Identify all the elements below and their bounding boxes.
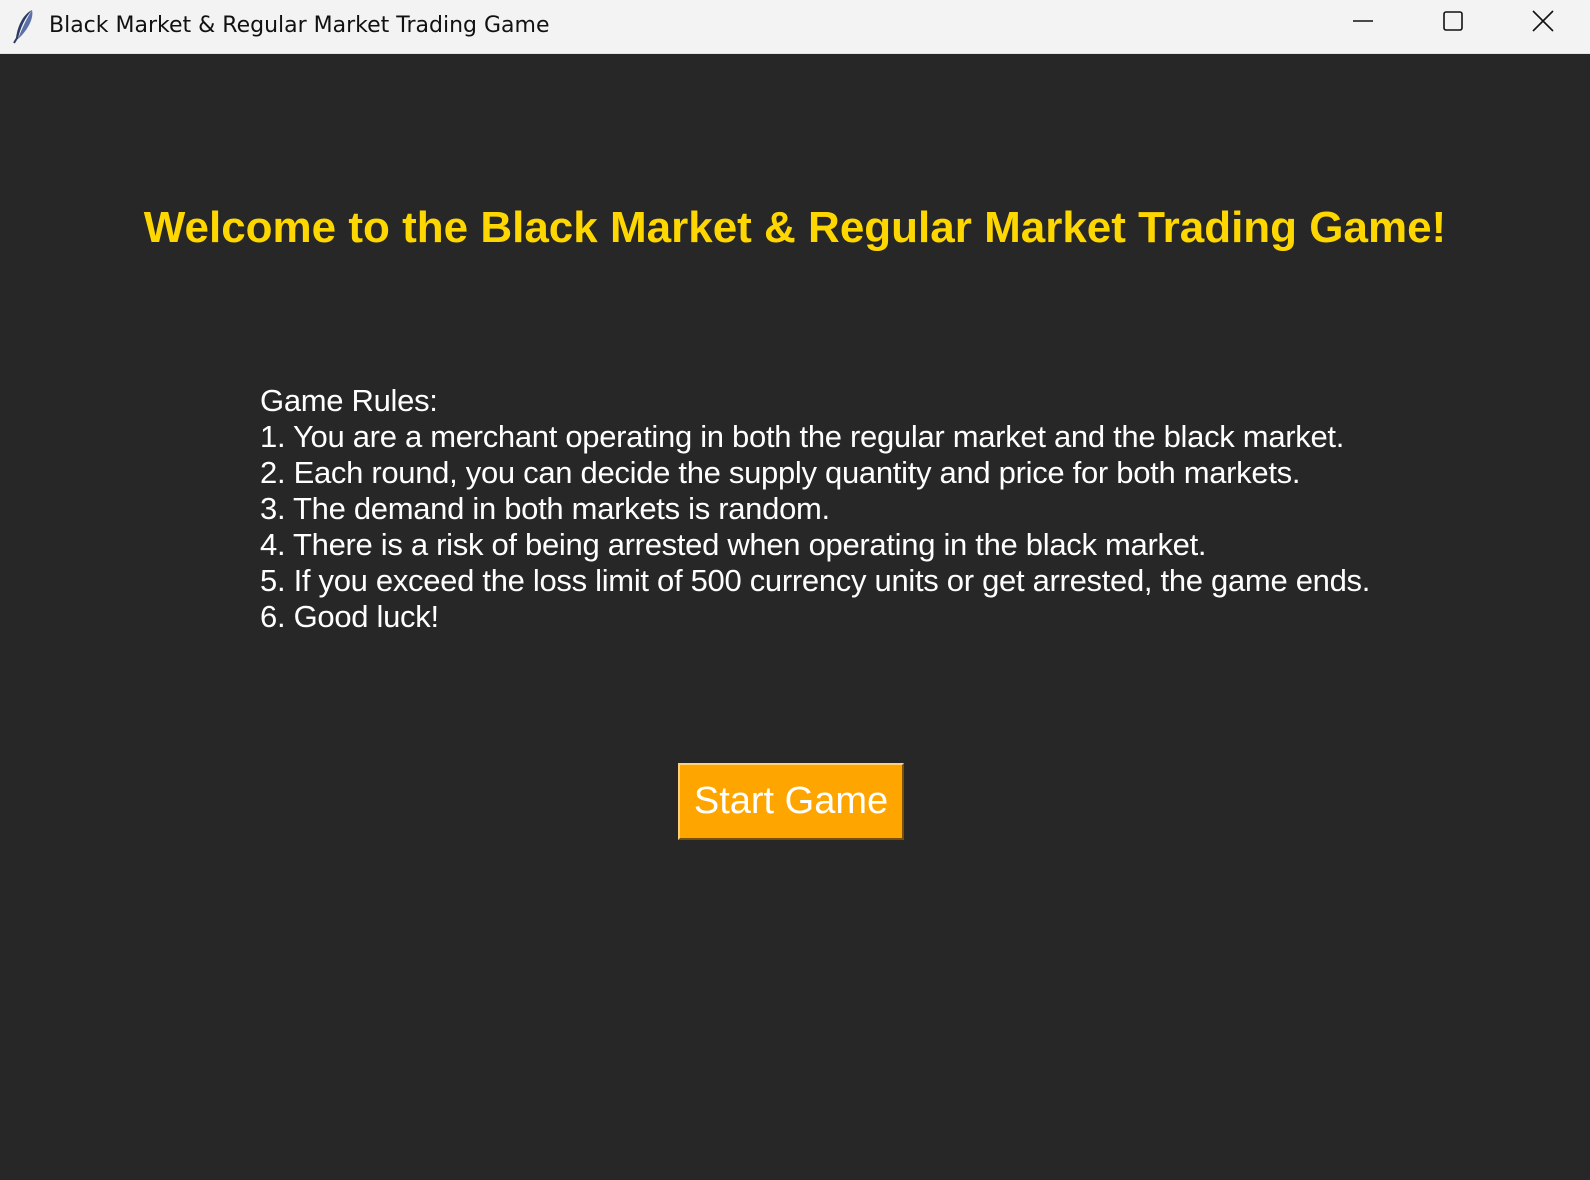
rule-item: 1. You are a merchant operating in both … — [260, 419, 1345, 454]
rule-item: 6. Good luck! — [260, 599, 439, 634]
title-bar[interactable]: Black Market & Regular Market Trading Ga… — [0, 0, 1590, 54]
window-title: Black Market & Regular Market Trading Ga… — [49, 13, 550, 38]
game-rules: Game Rules: 1. You are a merchant operat… — [260, 383, 1370, 635]
close-icon — [1532, 9, 1554, 37]
welcome-title: Welcome to the Black Market & Regular Ma… — [143, 203, 1447, 252]
minimize-icon — [1352, 10, 1374, 37]
main-content: Welcome to the Black Market & Regular Ma… — [0, 55, 1590, 1180]
feather-icon — [10, 8, 38, 44]
maximize-button[interactable] — [1408, 0, 1498, 46]
app-window: Black Market & Regular Market Trading Ga… — [0, 0, 1590, 1180]
minimize-button[interactable] — [1318, 0, 1408, 46]
close-button[interactable] — [1498, 0, 1588, 46]
rule-item: 2. Each round, you can decide the supply… — [260, 455, 1301, 490]
start-game-button[interactable]: Start Game — [678, 763, 904, 840]
rule-item: 5. If you exceed the loss limit of 500 c… — [260, 563, 1371, 598]
rule-item: 3. The demand in both markets is random. — [260, 491, 830, 526]
rule-item: 4. There is a risk of being arrested whe… — [260, 527, 1207, 562]
maximize-icon — [1442, 10, 1464, 37]
rules-heading: Game Rules: — [260, 383, 438, 418]
